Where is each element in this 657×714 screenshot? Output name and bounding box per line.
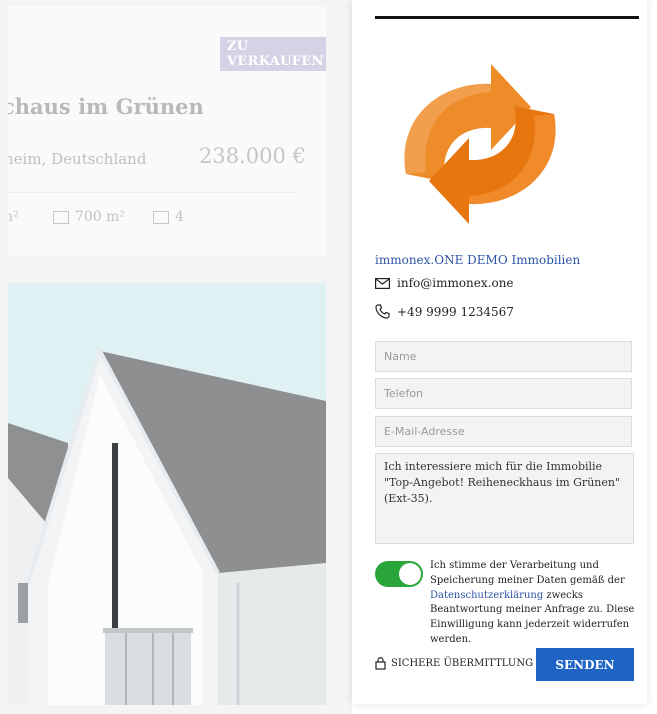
lock-icon [375, 657, 386, 670]
telephone-field[interactable] [375, 378, 632, 409]
rooms-feature: 4 [153, 209, 184, 225]
property-listing-background: ZU VERKAUFEN chaus im Grünen heim, Deuts… [0, 0, 352, 714]
agency-name-link[interactable]: immonex.ONE DEMO Immobilien [375, 253, 580, 267]
envelope-icon [375, 277, 390, 289]
plot-area-value: 700 m² [75, 209, 126, 225]
plot-area-feature: 700 m² [53, 209, 125, 225]
rooms-icon [153, 210, 169, 224]
phone-text[interactable]: +49 9999 1234567 [397, 305, 514, 319]
email-contact[interactable]: info@immonex.one [375, 276, 514, 290]
phone-contact[interactable]: +49 9999 1234567 [375, 304, 514, 319]
privacy-policy-link[interactable]: Datenschutzerklärung [430, 590, 543, 601]
phone-icon [375, 304, 390, 319]
consent-text: Ich stimme der Verarbeitung und Speicher… [430, 559, 640, 648]
secure-label: SICHERE ÜBERMITTLUNG [391, 657, 534, 669]
consent-text-before: Ich stimme der Verarbeitung und Speicher… [430, 560, 625, 586]
email-text[interactable]: info@immonex.one [397, 276, 514, 290]
listing-price: 238.000 € [199, 144, 306, 168]
property-photo[interactable] [8, 283, 326, 705]
name-field[interactable] [375, 341, 632, 372]
send-button[interactable]: SENDEN [536, 648, 634, 681]
secure-transmission: SICHERE ÜBERMITTLUNG [375, 656, 533, 670]
message-textarea[interactable] [375, 453, 634, 544]
living-area-value: n² [8, 209, 19, 225]
toggle-knob [399, 563, 421, 585]
listing-card[interactable]: ZU VERKAUFEN chaus im Grünen heim, Deuts… [8, 6, 326, 256]
listing-location: heim, Deutschland [8, 150, 147, 168]
refresh-logo-icon [396, 62, 564, 227]
contact-panel: immonex.ONE DEMO Immobilien info@immonex… [352, 0, 647, 704]
house-illustration [8, 283, 326, 705]
status-badge: ZU VERKAUFEN [220, 37, 326, 71]
top-divider [375, 16, 639, 19]
listing-title[interactable]: chaus im Grünen [8, 94, 204, 119]
listing-divider [8, 192, 298, 193]
consent-toggle[interactable] [375, 561, 423, 587]
plot-area-icon [53, 210, 69, 224]
rooms-value: 4 [175, 209, 184, 225]
living-area-feature: n² [8, 209, 19, 225]
email-field[interactable] [375, 416, 632, 447]
